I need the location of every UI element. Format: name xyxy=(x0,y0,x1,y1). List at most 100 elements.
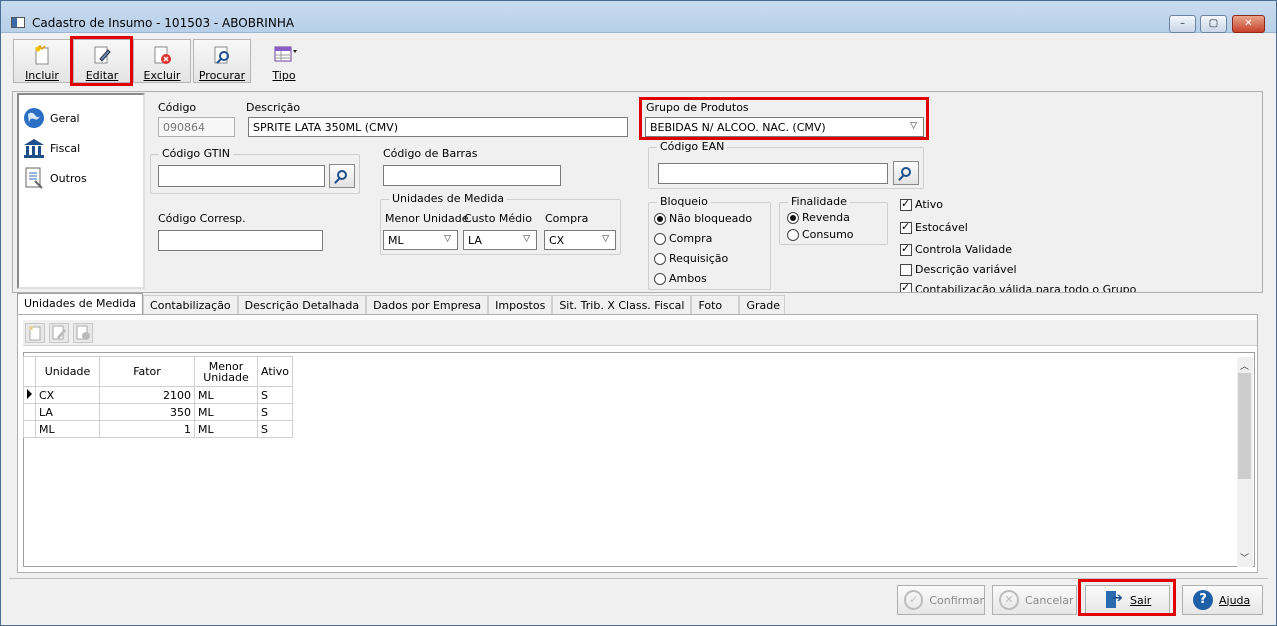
compra-label: Compra xyxy=(545,212,589,225)
radio-requisicao[interactable]: Requisição xyxy=(654,252,728,265)
radio-label: Não bloqueado xyxy=(669,212,753,225)
scroll-down-icon[interactable]: ﹀ xyxy=(1240,551,1249,564)
cell-unidade[interactable]: CX xyxy=(35,386,100,404)
cell-ativo[interactable]: S xyxy=(257,420,293,438)
radio-indicator xyxy=(787,211,799,224)
tab-sit-trib-class-fiscal[interactable]: Sit. Trib. X Class. Fiscal xyxy=(552,295,692,314)
maximize-button[interactable]: ▢ xyxy=(1200,15,1227,33)
custo-medio-select[interactable]: LA ▽ xyxy=(463,230,537,250)
minimize-button[interactable]: – xyxy=(1169,15,1196,33)
current-row-icon xyxy=(23,386,36,404)
confirmar-button[interactable]: ✓ Confirmar xyxy=(897,585,985,615)
table-row[interactable]: ML 1 ML S xyxy=(23,420,293,438)
cell-fator[interactable]: 2100 xyxy=(99,386,195,404)
check-ativo[interactable]: Ativo xyxy=(900,197,943,211)
radio-nao-bloqueado[interactable]: Não bloqueado xyxy=(654,212,752,225)
header-menor-unidade[interactable]: Menor Unidade xyxy=(194,356,258,387)
gtin-input[interactable] xyxy=(158,165,325,187)
checkbox-label: Controla Validade xyxy=(915,243,1012,256)
sidebar-item-label: Fiscal xyxy=(50,141,81,155)
delete-row-icon xyxy=(76,325,90,340)
menor-unidade-value: ML xyxy=(388,234,404,247)
header-fator[interactable]: Fator xyxy=(99,356,195,387)
ean-label: Código EAN xyxy=(657,140,728,153)
tab-dados-por-empresa[interactable]: Dados por Empresa xyxy=(366,295,489,314)
check-estocavel[interactable]: Estocável xyxy=(900,220,968,234)
gtin-label: Código GTIN xyxy=(159,147,233,160)
corresp-input[interactable] xyxy=(158,230,323,251)
tab-impostos[interactable]: Impostos xyxy=(488,295,553,314)
cell-unidade[interactable]: ML xyxy=(35,420,100,438)
radio-consumo[interactable]: Consumo xyxy=(787,228,854,241)
scroll-up-icon[interactable]: ︿ xyxy=(1240,359,1249,372)
radio-ambos[interactable]: Ambos xyxy=(654,272,707,285)
tab-contabilizacao[interactable]: Contabilização xyxy=(143,295,238,314)
gtin-search-button[interactable] xyxy=(329,164,355,188)
tab-foto[interactable]: Foto xyxy=(691,295,740,314)
check-contabilizacao-grupo[interactable]: Contabilização válida para todo o Grupo xyxy=(900,283,1136,292)
radio-compra[interactable]: Compra xyxy=(654,232,712,245)
delete-document-icon xyxy=(152,45,172,65)
cell-menor[interactable]: ML xyxy=(194,403,258,421)
sidebar-item-fiscal[interactable]: Fiscal xyxy=(23,136,80,160)
compra-value: CX xyxy=(549,234,565,247)
sidebar-item-outros[interactable]: Outros xyxy=(23,166,87,190)
incluir-label: Incluir xyxy=(25,69,59,82)
incluir-button[interactable]: Incluir xyxy=(13,39,71,83)
radio-indicator xyxy=(654,212,666,225)
close-button[interactable]: ✕ xyxy=(1232,15,1265,33)
cell-fator[interactable]: 350 xyxy=(99,403,195,421)
cell-menor[interactable]: ML xyxy=(194,386,258,404)
search-document-icon xyxy=(212,45,232,65)
scroll-thumb[interactable] xyxy=(1238,373,1251,479)
chevron-down-icon: ▽ xyxy=(602,234,609,244)
cell-menor[interactable]: ML xyxy=(194,420,258,438)
checkbox-indicator xyxy=(900,197,912,211)
unidades-title: Unidades de Medida xyxy=(389,192,508,205)
procurar-button[interactable]: Procurar xyxy=(193,39,251,83)
excluir-button[interactable]: Excluir xyxy=(133,39,191,83)
window-title: Cadastro de Insumo - 101503 - ABOBRINHA xyxy=(32,16,295,30)
tab-descricao-detalhada[interactable]: Descrição Detalhada xyxy=(237,295,367,314)
app-window: Cadastro de Insumo - 101503 - ABOBRINHA … xyxy=(0,0,1277,626)
tab-grade[interactable]: Grade xyxy=(739,295,786,314)
header-ativo[interactable]: Ativo xyxy=(257,356,293,387)
checkbox-label: Descrição variável xyxy=(915,263,1017,276)
edit-row-icon xyxy=(52,325,66,340)
highlight-sair xyxy=(1078,579,1176,616)
check-descricao-variavel[interactable]: Descrição variável xyxy=(900,263,1017,276)
delete-row-button[interactable] xyxy=(73,323,93,343)
cell-unidade[interactable]: LA xyxy=(35,403,100,421)
cell-ativo[interactable]: S xyxy=(257,403,293,421)
cancel-circle-icon: ✕ xyxy=(999,590,1019,610)
cancelar-button[interactable]: ✕ Cancelar xyxy=(992,585,1077,615)
ajuda-button[interactable]: ? Ajuda xyxy=(1182,585,1263,615)
ean-input[interactable] xyxy=(658,163,888,184)
cell-ativo[interactable]: S xyxy=(257,386,293,404)
edit-row-button[interactable] xyxy=(49,323,69,343)
compra-select[interactable]: CX ▽ xyxy=(544,230,616,250)
custo-medio-value: LA xyxy=(468,234,482,247)
checkbox-indicator xyxy=(900,242,912,256)
grid-scrollbar[interactable]: ︿ ﹀ xyxy=(1237,357,1253,567)
procurar-label: Procurar xyxy=(198,69,246,82)
chevron-down-icon: ▽ xyxy=(523,234,530,244)
add-row-button[interactable] xyxy=(25,323,45,343)
tipo-button[interactable]: Tipo xyxy=(255,39,313,83)
radio-revenda[interactable]: Revenda xyxy=(787,211,850,224)
check-controla-validade[interactable]: Controla Validade xyxy=(900,242,1012,256)
tab-unidades-de-medida[interactable]: Unidades de Medida xyxy=(17,293,144,314)
descricao-field[interactable]: SPRITE LATA 350ML (CMV) xyxy=(248,117,628,137)
menor-unidade-select[interactable]: ML ▽ xyxy=(383,230,458,250)
table-row[interactable]: CX 2100 ML S xyxy=(23,386,293,404)
cancelar-label: Cancelar xyxy=(1025,593,1074,607)
barras-input[interactable] xyxy=(383,165,561,186)
sidebar-item-geral[interactable]: Geral xyxy=(23,106,80,130)
barras-label: Código de Barras xyxy=(383,147,478,160)
header-unidade[interactable]: Unidade xyxy=(35,356,100,387)
table-row[interactable]: LA 350 ML S xyxy=(23,403,293,421)
codigo-field[interactable]: 090864 xyxy=(158,117,235,137)
cell-fator[interactable]: 1 xyxy=(99,420,195,438)
row-indicator xyxy=(23,420,36,438)
ean-search-button[interactable] xyxy=(893,161,919,185)
